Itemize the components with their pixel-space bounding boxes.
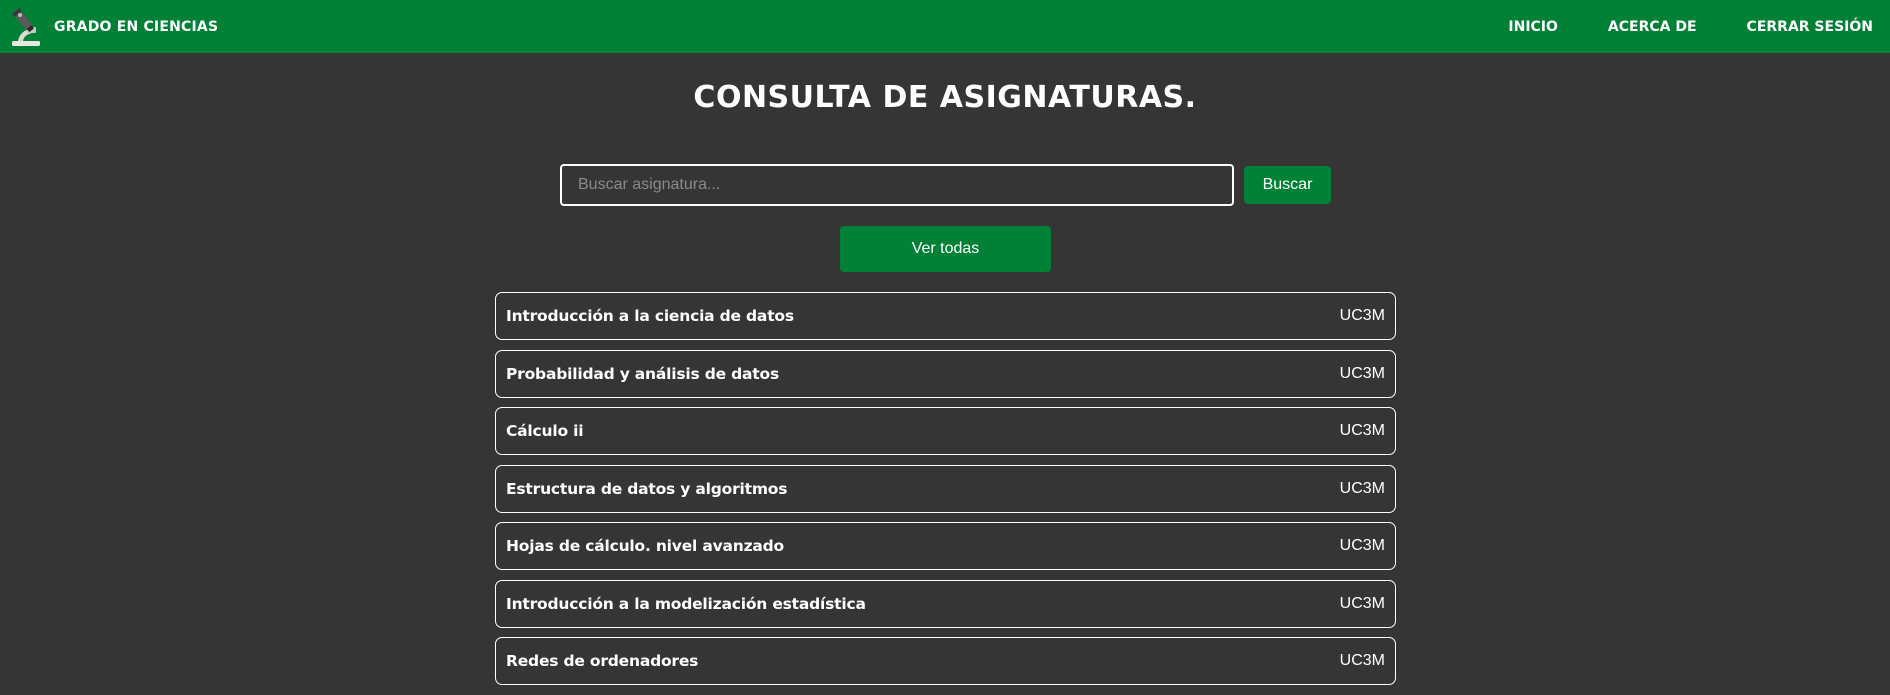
course-university: UC3M (1339, 364, 1385, 382)
course-name: Estructura de datos y algoritmos (506, 479, 788, 498)
nav-links: Inicio Acerca de Cerrar sesión (1458, 0, 1873, 53)
course-item[interactable]: Cálculo ii UC3M (495, 407, 1396, 455)
page-title: Consulta de asignaturas. (693, 80, 1197, 115)
view-all-button[interactable]: Ver todas (840, 226, 1051, 272)
course-name: Cálculo ii (506, 422, 584, 440)
search-input[interactable] (560, 164, 1234, 206)
course-item[interactable]: Redes de ordenadores UC3M (495, 637, 1396, 685)
course-name: Introducción a la ciencia de datos (506, 307, 794, 325)
top-navbar: Grado en Ciencias Inicio Acerca de Cerra… (0, 0, 1890, 53)
course-university: UC3M (1339, 594, 1385, 612)
course-item[interactable]: Estructura de datos y algoritmos UC3M (495, 464, 1396, 513)
brand-link[interactable]: Grado en Ciencias (10, 7, 218, 47)
course-item[interactable]: Introducción a la modelización estadísti… (495, 579, 1396, 628)
course-name: Hojas de cálculo. nivel avanzado (506, 537, 785, 555)
microscope-icon (12, 7, 40, 46)
course-item[interactable]: Introducción a la ciencia de datos UC3M (495, 292, 1396, 340)
brand-title: Grado en Ciencias (54, 18, 219, 35)
nav-link-cerrar-sesion[interactable]: Cerrar sesión (1747, 19, 1873, 35)
course-name: Probabilidad y análisis de datos (506, 364, 779, 383)
course-name: Introducción a la modelización estadísti… (506, 594, 866, 613)
course-list: Introducción a la ciencia de datos UC3M … (495, 292, 1396, 695)
course-university: UC3M (1339, 652, 1385, 669)
nav-link-inicio[interactable]: Inicio (1508, 19, 1558, 35)
course-university: UC3M (1339, 537, 1385, 554)
course-university: UC3M (1339, 479, 1385, 497)
course-university: UC3M (1339, 307, 1385, 324)
course-item[interactable]: Hojas de cálculo. nivel avanzado UC3M (495, 522, 1396, 570)
nav-link-acerca-de[interactable]: Acerca de (1608, 19, 1697, 35)
course-name: Redes de ordenadores (506, 652, 699, 670)
course-university: UC3M (1339, 422, 1385, 439)
course-item[interactable]: Probabilidad y análisis de datos UC3M (495, 349, 1396, 398)
search-button[interactable]: Buscar (1244, 166, 1331, 204)
